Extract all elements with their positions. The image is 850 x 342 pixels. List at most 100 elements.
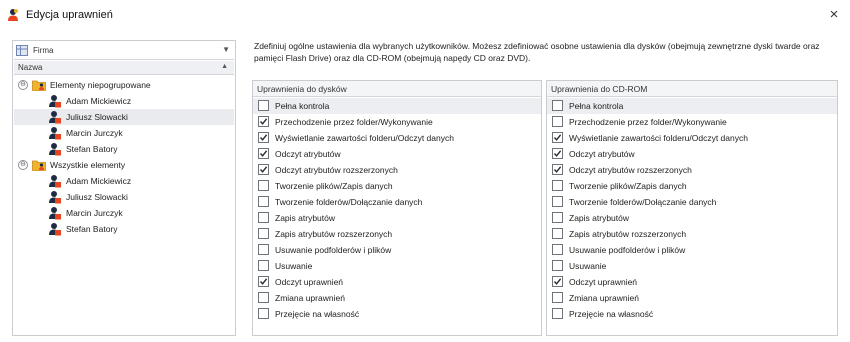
tree-user-row[interactable]: Marcin Jurczyk — [14, 125, 234, 141]
disk-permission-checkbox[interactable] — [258, 180, 269, 191]
tree-user-label: Marcin Jurczyk — [66, 128, 123, 138]
disk-permission-checkbox[interactable] — [258, 100, 269, 111]
cdrom-permission-row[interactable]: Odczyt atrybutów — [547, 146, 837, 162]
cdrom-permission-checkbox[interactable] — [552, 244, 563, 255]
disk-permission-checkbox[interactable] — [258, 228, 269, 239]
cdrom-permission-row[interactable]: Usuwanie podfolderów i plików — [547, 242, 837, 258]
disk-permission-row[interactable]: Usuwanie podfolderów i plików — [253, 242, 541, 258]
disk-permission-row[interactable]: Tworzenie folderów/Dołączanie danych — [253, 194, 541, 210]
cdrom-permission-label: Tworzenie folderów/Dołączanie danych — [569, 197, 717, 207]
cdrom-permission-checkbox[interactable] — [552, 180, 563, 191]
disk-permission-checkbox[interactable] — [258, 116, 269, 127]
checkmark-icon — [553, 150, 562, 157]
cdrom-permission-checkbox[interactable] — [552, 164, 563, 175]
close-icon: × — [829, 6, 839, 23]
tree-user-row[interactable]: Stefan Batory — [14, 141, 234, 157]
disk-permission-checkbox[interactable] — [258, 132, 269, 143]
cdrom-permission-label: Odczyt atrybutów rozszerzonych — [569, 165, 692, 175]
cdrom-permission-checkbox[interactable] — [552, 132, 563, 143]
user-icon — [49, 95, 61, 108]
disk-permission-row[interactable]: Wyświetlanie zawartości folderu/Odczyt d… — [253, 130, 541, 146]
cdrom-permission-checkbox[interactable] — [552, 308, 563, 319]
disk-permission-row[interactable]: Odczyt atrybutów rozszerzonych — [253, 162, 541, 178]
cdrom-permission-row[interactable]: Wyświetlanie zawartości folderu/Odczyt d… — [547, 130, 837, 146]
disk-permission-row[interactable]: Zapis atrybutów rozszerzonych — [253, 226, 541, 242]
tree-user-row[interactable]: Juliusz Slowacki — [14, 109, 234, 125]
cdrom-permission-row[interactable]: Tworzenie folderów/Dołączanie danych — [547, 194, 837, 210]
disk-permission-label: Usuwanie — [275, 261, 313, 271]
tree-user-label: Stefan Batory — [66, 224, 118, 234]
checkmark-icon — [259, 150, 268, 157]
cdrom-permission-checkbox[interactable] — [552, 228, 563, 239]
cdrom-permission-checkbox[interactable] — [552, 116, 563, 127]
disk-permission-row[interactable]: Tworzenie plików/Zapis danych — [253, 178, 541, 194]
cdrom-permission-checkbox[interactable] — [552, 196, 563, 207]
disk-permission-label: Odczyt atrybutów — [275, 149, 341, 159]
cdrom-permission-row[interactable]: Przechodzenie przez folder/Wykonywanie — [547, 114, 837, 130]
cdrom-permission-row[interactable]: Zmiana uprawnień — [547, 290, 837, 306]
tree-user-row[interactable]: Marcin Jurczyk — [14, 205, 234, 221]
tree-user-row[interactable]: Juliusz Slowacki — [14, 189, 234, 205]
cdrom-permission-checkbox[interactable] — [552, 292, 563, 303]
disk-permission-label: Wyświetlanie zawartości folderu/Odczyt d… — [275, 133, 454, 143]
cdrom-permission-row[interactable]: Usuwanie — [547, 258, 837, 274]
cdrom-permission-row[interactable]: Przejęcie na własność — [547, 306, 837, 322]
disk-permission-row[interactable]: Zapis atrybutów — [253, 210, 541, 226]
cdrom-permission-row[interactable]: Zapis atrybutów rozszerzonych — [547, 226, 837, 242]
cdrom-permission-row[interactable]: Pełna kontrola — [547, 98, 837, 114]
disk-permission-row[interactable]: Usuwanie — [253, 258, 541, 274]
tree-group-row[interactable]: ⊖ Wszystkie elementy — [14, 157, 234, 173]
tree-group-row[interactable]: ⊖ Elementy niepogrupowane — [14, 77, 234, 93]
cdrom-permission-label: Przechodzenie przez folder/Wykonywanie — [569, 117, 727, 127]
disk-permission-checkbox[interactable] — [258, 308, 269, 319]
disk-permission-label: Tworzenie plików/Zapis danych — [275, 181, 393, 191]
disk-permission-checkbox[interactable] — [258, 260, 269, 271]
checkmark-icon — [259, 166, 268, 173]
cdrom-permission-checkbox[interactable] — [552, 100, 563, 111]
cdrom-permission-row[interactable]: Odczyt atrybutów rozszerzonych — [547, 162, 837, 178]
group-selector[interactable]: Firma ▼ — [14, 42, 234, 60]
disk-permissions-header: Uprawnienia do dysków — [253, 81, 541, 97]
checkmark-icon — [553, 134, 562, 141]
disk-permission-checkbox[interactable] — [258, 196, 269, 207]
name-column-header[interactable]: Nazwa ▲ — [14, 61, 234, 75]
disk-permission-checkbox[interactable] — [258, 276, 269, 287]
disk-permission-row[interactable]: Zmiana uprawnień — [253, 290, 541, 306]
disk-permission-checkbox[interactable] — [258, 292, 269, 303]
tree-user-label: Juliusz Slowacki — [66, 112, 128, 122]
user-icon — [49, 207, 61, 220]
disk-permission-label: Usuwanie podfolderów i plików — [275, 245, 392, 255]
cdrom-permission-label: Zmiana uprawnień — [569, 293, 639, 303]
collapse-icon[interactable]: ⊖ — [18, 80, 28, 90]
cdrom-permission-checkbox[interactable] — [552, 260, 563, 271]
tree-user-row[interactable]: Stefan Batory — [14, 221, 234, 237]
disk-permission-checkbox[interactable] — [258, 244, 269, 255]
cdrom-permission-checkbox[interactable] — [552, 276, 563, 287]
disk-permission-row[interactable]: Przechodzenie przez folder/Wykonywanie — [253, 114, 541, 130]
cdrom-permission-checkbox[interactable] — [552, 212, 563, 223]
tree-user-label: Adam Mickiewicz — [66, 176, 132, 186]
close-button[interactable]: × — [824, 5, 844, 25]
disk-permission-row[interactable]: Odczyt uprawnień — [253, 274, 541, 290]
disk-permission-row[interactable]: Odczyt atrybutów — [253, 146, 541, 162]
users-panel: Firma ▼ Nazwa ▲ ⊖ Elementy niepogrupowane… — [12, 40, 236, 336]
window-title: Edycja uprawnień — [26, 9, 113, 21]
checkmark-icon — [553, 166, 562, 173]
tree-user-row[interactable]: Adam Mickiewicz — [14, 173, 234, 189]
collapse-icon[interactable]: ⊖ — [18, 160, 28, 170]
checkmark-icon — [259, 134, 268, 141]
cdrom-permission-row[interactable]: Odczyt uprawnień — [547, 274, 837, 290]
disk-permission-checkbox[interactable] — [258, 212, 269, 223]
disk-permission-checkbox[interactable] — [258, 164, 269, 175]
chevron-down-icon: ▼ — [222, 45, 230, 54]
cdrom-permission-label: Zapis atrybutów — [569, 213, 629, 223]
group-selector-value: Firma — [33, 46, 54, 55]
cdrom-permission-row[interactable]: Zapis atrybutów — [547, 210, 837, 226]
cdrom-permissions-header: Uprawnienia do CD-ROM — [547, 81, 837, 97]
cdrom-permission-checkbox[interactable] — [552, 148, 563, 159]
cdrom-permission-row[interactable]: Tworzenie plików/Zapis danych — [547, 178, 837, 194]
disk-permission-row[interactable]: Przejęcie na własność — [253, 306, 541, 322]
disk-permission-checkbox[interactable] — [258, 148, 269, 159]
tree-user-row[interactable]: Adam Mickiewicz — [14, 93, 234, 109]
disk-permission-row[interactable]: Pełna kontrola — [253, 98, 541, 114]
